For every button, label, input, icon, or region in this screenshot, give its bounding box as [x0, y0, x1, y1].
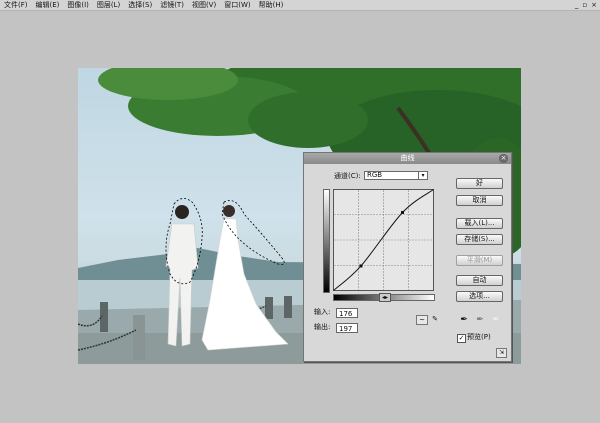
pencil-tool-icon[interactable]: ✎ — [429, 315, 441, 325]
auto-button[interactable]: 自动 — [456, 275, 503, 286]
menu-help[interactable]: 帮助(H) — [255, 0, 288, 10]
expand-corner-icon[interactable]: ⇲ — [496, 348, 507, 358]
dialog-title[interactable]: 曲线 — [304, 153, 511, 164]
load-button[interactable]: 载入(L)... — [456, 218, 503, 229]
menu-select[interactable]: 选择(S) — [124, 0, 156, 10]
gradient-slider-handle[interactable]: ◂▸ — [379, 293, 391, 302]
close-icon[interactable]: × — [591, 0, 597, 10]
input-label: 输入: — [314, 308, 331, 316]
options-button[interactable]: 选项... — [456, 291, 503, 302]
menu-file[interactable]: 文件(F) — [0, 0, 32, 10]
menu-edit[interactable]: 编辑(E) — [32, 0, 64, 10]
menu-image[interactable]: 图像(I) — [63, 0, 93, 10]
menu-bar: 文件(F) 编辑(E) 图像(I) 图层(L) 选择(S) 滤镜(T) 视图(V… — [0, 0, 600, 11]
post — [133, 315, 145, 360]
curve-points-tool-icon[interactable]: ~ — [416, 315, 428, 325]
gray-eyedropper-icon[interactable]: ✒ — [475, 314, 485, 326]
white-eyedropper-icon[interactable]: ✒ — [491, 314, 501, 326]
post — [284, 296, 292, 318]
window-controls: _ ▫ × — [575, 0, 597, 10]
checkmark-icon: ✓ — [458, 334, 465, 342]
bride-head — [223, 205, 235, 217]
menu-filter[interactable]: 滤镜(T) — [156, 0, 188, 10]
curve-control-point[interactable] — [359, 264, 363, 268]
foliage — [248, 92, 368, 148]
output-label: 输出: — [314, 323, 331, 331]
curve-graph[interactable] — [333, 189, 434, 291]
channel-label: 通道(C): — [334, 172, 361, 180]
menu-view[interactable]: 视图(V) — [188, 0, 220, 10]
menu-layer[interactable]: 图层(L) — [93, 0, 124, 10]
ok-button[interactable]: 好 — [456, 178, 503, 189]
chevron-down-icon: ▾ — [418, 172, 427, 179]
output-gradient-bar — [323, 189, 330, 293]
output-field[interactable]: 197 — [336, 323, 358, 333]
input-field[interactable]: 176 — [336, 308, 358, 318]
minimize-icon[interactable]: _ — [575, 0, 579, 10]
channel-select[interactable]: RGB ▾ — [364, 171, 428, 180]
groom-head — [175, 205, 189, 219]
close-icon[interactable]: × — [499, 154, 508, 163]
curve-control-point[interactable] — [401, 210, 405, 214]
preview-label: 预览(P) — [467, 333, 491, 341]
save-button[interactable]: 存储(S)... — [456, 234, 503, 245]
channel-value: RGB — [367, 171, 383, 179]
restore-icon[interactable]: ▫ — [582, 0, 587, 10]
black-eyedropper-icon[interactable]: ✒ — [459, 314, 469, 326]
preview-checkbox[interactable]: ✓ — [457, 334, 466, 343]
cancel-button[interactable]: 取消 — [456, 195, 503, 206]
menu-window[interactable]: 窗口(W) — [220, 0, 254, 10]
curves-dialog: 曲线 × 通道(C): RGB ▾ ◂▸ 输入: 176 输出: 197 ~ ✎… — [303, 152, 512, 362]
smooth-button[interactable]: 平滑(M) — [456, 255, 503, 266]
post — [265, 297, 273, 319]
post — [100, 302, 108, 332]
